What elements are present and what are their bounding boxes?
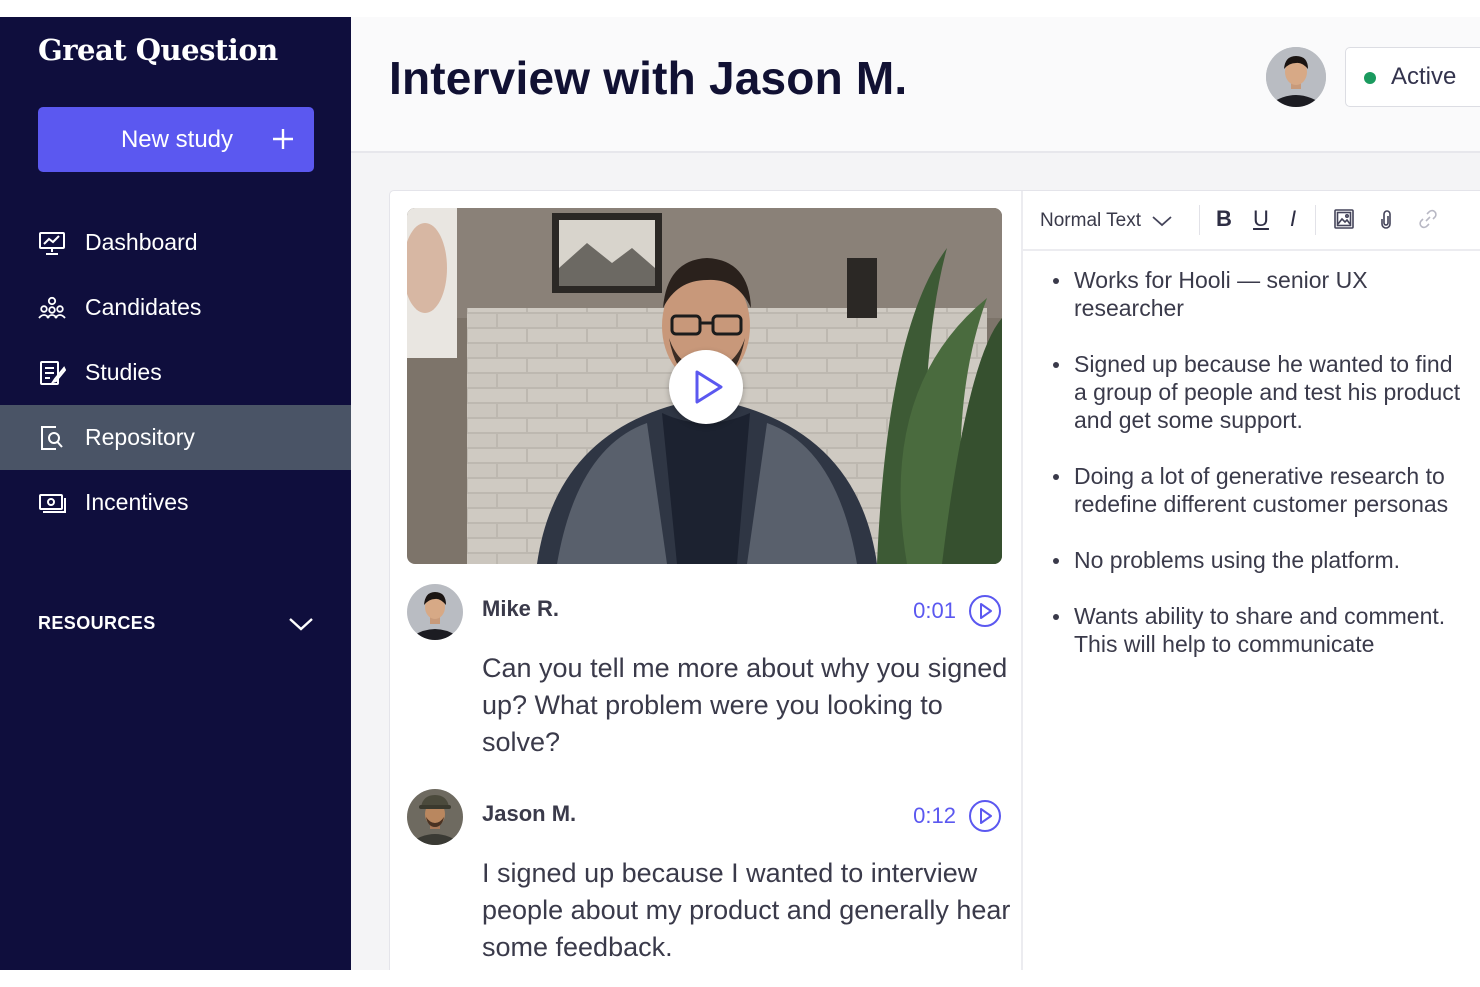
new-study-label: New study — [120, 125, 234, 153]
status-text: Active — [1391, 63, 1457, 90]
chevron-down-icon — [1152, 216, 1172, 227]
status-badge[interactable]: Active — [1345, 47, 1480, 107]
chevron-down-icon — [289, 618, 313, 631]
sidebar-item-studies[interactable]: Studies — [0, 340, 351, 405]
bold-label: B — [1216, 206, 1232, 231]
avatar — [407, 789, 463, 845]
image-icon — [1334, 209, 1354, 229]
page-title: Interview with Jason M. — [389, 52, 908, 104]
insert-link-button[interactable] — [1413, 203, 1443, 235]
underline-label: U — [1253, 206, 1269, 231]
user-avatar-image — [1266, 47, 1326, 107]
sidebar-item-label: Repository — [85, 424, 195, 450]
sidebar-item-label: Dashboard — [85, 229, 198, 255]
status-dot — [1364, 72, 1376, 84]
page-header: Interview with Jason M. Active — [351, 17, 1480, 153]
timestamp-link[interactable]: 0:12 — [913, 803, 956, 829]
logo[interactable]: Great Question — [38, 33, 278, 67]
text-style-value: Normal Text — [1040, 210, 1142, 231]
new-study-button[interactable]: New study — [38, 107, 314, 172]
sidebar-item-dashboard[interactable]: Dashboard — [0, 210, 351, 275]
plus-icon — [273, 129, 293, 149]
notes-list[interactable]: Works for Hooli — senior UX researcher S… — [1041, 266, 1466, 686]
sidebar: Great Question New study Dashboard Candi… — [0, 17, 351, 970]
play-circle-icon[interactable] — [968, 594, 1002, 628]
speaker-name: Mike R. — [482, 596, 560, 621]
italic-label: I — [1289, 206, 1297, 231]
toolbar-separator — [1315, 205, 1316, 235]
repository-icon — [41, 426, 63, 450]
transcript-text: Can you tell me more about why you signe… — [482, 653, 1008, 757]
video-play-button[interactable] — [669, 350, 743, 424]
sidebar-item-candidates[interactable]: Candidates — [0, 275, 351, 340]
bold-button[interactable]: B — [1209, 203, 1239, 235]
editor-toolbar: Normal Text B U I — [1023, 191, 1480, 251]
note-bullet: Doing a lot of generative research to re… — [1041, 462, 1466, 518]
transcript-entry: Mike R. 0:01 Can you tell me more about … — [407, 584, 1007, 774]
sidebar-item-label: Studies — [85, 359, 162, 385]
panel-divider — [1021, 191, 1023, 970]
note-bullet: Works for Hooli — senior UX researcher — [1041, 266, 1466, 322]
speaker-name: Jason M. — [482, 801, 577, 826]
studies-icon — [40, 361, 66, 385]
text-style-dropdown[interactable]: Normal Text — [1040, 208, 1173, 234]
sidebar-item-label: Incentives — [85, 489, 189, 515]
incentives-icon — [39, 494, 66, 513]
attach-file-button[interactable] — [1371, 203, 1401, 235]
app-window: Great Question New study Dashboard Candi… — [0, 17, 1480, 970]
video-player[interactable] — [407, 208, 1002, 564]
sidebar-item-label: Candidates — [85, 294, 202, 320]
sidebar-item-incentives[interactable]: Incentives — [0, 470, 351, 535]
timestamp-link[interactable]: 0:01 — [913, 598, 956, 624]
insert-image-button[interactable] — [1329, 203, 1359, 235]
italic-button[interactable]: I — [1278, 203, 1308, 235]
transcript-text: I signed up because I wanted to intervie… — [482, 858, 1011, 962]
link-icon — [1419, 209, 1437, 229]
paperclip-icon — [1381, 210, 1391, 229]
sidebar-item-repository[interactable]: Repository — [0, 405, 351, 470]
play-icon — [695, 370, 723, 404]
avatar[interactable] — [1266, 47, 1326, 107]
underline-button[interactable]: U — [1246, 203, 1276, 235]
dashboard-icon — [39, 232, 65, 255]
interview-card: Mike R. 0:01 Can you tell me more about … — [389, 190, 1480, 970]
note-bullet: No problems using the platform. — [1041, 546, 1466, 574]
resources-label: RESOURCES — [38, 613, 156, 633]
note-bullet: Wants ability to share and comment. This… — [1041, 602, 1466, 658]
candidates-icon — [38, 296, 66, 319]
play-circle-icon[interactable] — [968, 799, 1002, 833]
transcript-entry: Jason M. 0:12 I signed up because I want… — [407, 789, 1010, 970]
avatar — [407, 584, 463, 640]
toolbar-separator — [1199, 205, 1200, 235]
resources-toggle[interactable]: RESOURCES — [38, 609, 314, 641]
note-bullet: Signed up because he wanted to find a gr… — [1041, 350, 1466, 434]
